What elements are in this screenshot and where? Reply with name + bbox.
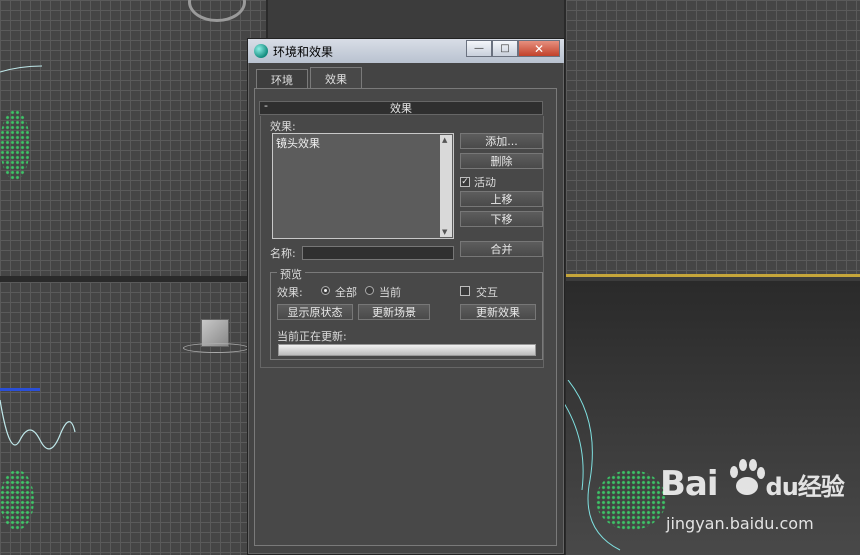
- move-up-button[interactable]: 上移: [460, 191, 543, 207]
- tab-effects[interactable]: 效果: [310, 67, 362, 89]
- active-viewport-border: [566, 274, 860, 277]
- dialog-titlebar[interactable]: 环境和效果 — □ ✕: [248, 39, 564, 63]
- dialog-title: 环境和效果: [273, 44, 334, 59]
- update-effect-button[interactable]: 更新效果: [460, 304, 536, 320]
- app-icon: [254, 44, 268, 58]
- rollout-header[interactable]: - 效果: [259, 99, 543, 115]
- curve-spline: [0, 65, 43, 73]
- viewport-top-left[interactable]: [0, 0, 266, 276]
- tab-bar: 环境 效果: [256, 67, 364, 89]
- merge-button[interactable]: 合并: [460, 241, 543, 257]
- radio-current[interactable]: [365, 286, 374, 295]
- environment-effects-dialog: 环境和效果 — □ ✕ 环境 效果 - 效果 效果: 镜头效果 ▲ ▼ 添加..…: [247, 38, 565, 555]
- minimize-button[interactable]: —: [466, 40, 492, 57]
- sphere-wireframe: [561, 380, 621, 551]
- preview-group-title: 预览: [277, 266, 305, 282]
- viewport-divider: [0, 276, 266, 282]
- move-down-button[interactable]: 下移: [460, 211, 543, 227]
- preview-effects-label: 效果:: [277, 286, 303, 299]
- interactive-label: 交互: [476, 286, 498, 299]
- radio-current-label: 当前: [379, 286, 401, 299]
- show-original-button[interactable]: 显示原状态: [277, 304, 353, 320]
- name-input[interactable]: [302, 246, 454, 260]
- watermark-url: jingyan.baidu.com: [666, 514, 814, 533]
- update-progress-bar: [278, 344, 536, 356]
- currently-updating-label: 当前正在更新:: [277, 330, 347, 343]
- scroll-up-icon[interactable]: ▲: [442, 136, 447, 144]
- baidu-watermark: Bai du经验 jingyan.baidu.com: [660, 459, 850, 544]
- effects-list[interactable]: 镜头效果 ▲ ▼: [272, 133, 454, 239]
- paw-icon: [730, 459, 765, 495]
- window-buttons: — □ ✕: [466, 40, 560, 57]
- box-shadow-ring: [183, 343, 249, 353]
- active-label: 活动: [474, 176, 496, 189]
- radio-all[interactable]: [321, 286, 330, 295]
- viewport-top-right[interactable]: [566, 0, 860, 275]
- update-scene-button[interactable]: 更新场景: [358, 304, 430, 320]
- rollout-title: 效果: [390, 102, 412, 115]
- add-button[interactable]: 添加...: [460, 133, 543, 149]
- name-label: 名称:: [270, 247, 296, 260]
- wave-spline: [0, 399, 76, 450]
- particle-cloud: [0, 110, 30, 180]
- tab-environment[interactable]: 环境: [256, 69, 308, 89]
- radio-all-label: 全部: [335, 286, 357, 299]
- scroll-down-icon[interactable]: ▼: [442, 228, 447, 236]
- active-checkbox[interactable]: ✓: [460, 177, 470, 187]
- list-item[interactable]: 镜头效果: [276, 135, 320, 151]
- interactive-checkbox[interactable]: [460, 286, 470, 296]
- close-button[interactable]: ✕: [518, 40, 560, 57]
- maximize-button[interactable]: □: [492, 40, 518, 57]
- effects-label: 效果:: [270, 120, 296, 133]
- list-scrollbar[interactable]: ▲ ▼: [440, 135, 452, 237]
- delete-button[interactable]: 删除: [460, 153, 543, 169]
- rollout-collapse-icon[interactable]: -: [264, 99, 268, 112]
